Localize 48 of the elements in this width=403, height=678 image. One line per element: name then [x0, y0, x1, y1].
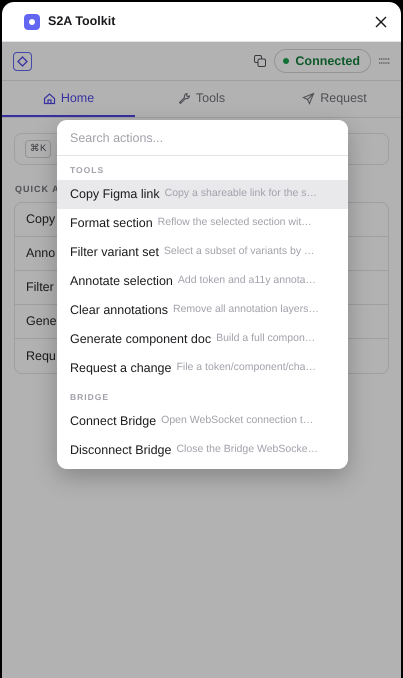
- command-description: Add token and a11y annota…: [178, 273, 316, 288]
- close-icon[interactable]: [375, 16, 387, 28]
- copy-icon[interactable]: [254, 55, 266, 67]
- action-item[interactable]: Gene: [26, 312, 57, 331]
- group-heading: TOOLS: [69, 164, 106, 177]
- command-item[interactable]: Request a change File a token/component/cha…: [57, 354, 348, 383]
- tab[interactable]: Home: [2, 81, 135, 117]
- shortcut-key: ⌘K: [25, 140, 52, 158]
- paper-plane-icon: [302, 92, 316, 104]
- command-name: Filter variant set: [70, 244, 159, 261]
- command-description: Build a full compon…: [216, 331, 316, 346]
- action-item[interactable]: Copy: [26, 210, 56, 229]
- tab[interactable]: Request: [268, 81, 401, 117]
- wrench-icon: [178, 92, 191, 104]
- command-item[interactable]: Filter variant set Select a subset of variants by …: [57, 238, 348, 267]
- command-item[interactable]: Annotate selection Add token and a11y annota…: [57, 266, 348, 296]
- command-description: Select a subset of variants by …: [164, 244, 314, 260]
- window-title: S2A Toolkit: [48, 13, 116, 30]
- connection-status: Connected: [274, 48, 371, 74]
- action-item[interactable]: Filter: [26, 278, 54, 297]
- group-heading: BRIDGE: [69, 390, 110, 404]
- command-description: Open WebSocket connection t…: [161, 413, 314, 428]
- command-name: Format section: [70, 214, 153, 232]
- home-icon: [42, 92, 56, 104]
- action-item[interactable]: Anno: [26, 244, 56, 263]
- command-description: File a token/component/cha…: [176, 360, 316, 376]
- command-item[interactable]: Format section Reflow the selected section wit…: [57, 208, 348, 238]
- command-name: Disconnect Bridge: [70, 442, 172, 459]
- command-description: Copy a shareable link for the s…: [164, 186, 317, 202]
- command-name: Generate component doc: [70, 330, 212, 348]
- command-item[interactable]: Connect Bridge Open WebSocket connection t…: [57, 406, 348, 436]
- command-item[interactable]: Clear annotations Remove all annotation layers…: [57, 296, 348, 325]
- command-name: Connect Bridge: [70, 412, 156, 430]
- tab[interactable]: Tools: [135, 81, 268, 117]
- menu-icon[interactable]: [379, 58, 390, 64]
- command-item[interactable]: Generate component doc Build a full compon…: [57, 324, 348, 354]
- app-logo-icon: [24, 14, 40, 30]
- command-description: Remove all annotation layers…: [172, 302, 319, 318]
- command-name: Annotate selection: [70, 272, 173, 290]
- action-item[interactable]: Requ: [26, 346, 56, 366]
- command-item[interactable]: Copy Figma link Copy a shareable link for the s…: [57, 180, 348, 209]
- command-description: Reflow the selected section wit…: [158, 215, 312, 230]
- command-description: Close the Bridge WebSocke…: [176, 442, 318, 458]
- command-name: Request a change: [70, 360, 172, 377]
- command-item[interactable]: Disconnect Bridge Close the Bridge WebSocke…: [57, 436, 348, 464]
- command-name: Clear annotations: [70, 302, 168, 319]
- search-actions-field[interactable]: Search actions...: [57, 120, 348, 156]
- command-name: Copy Figma link: [70, 186, 160, 203]
